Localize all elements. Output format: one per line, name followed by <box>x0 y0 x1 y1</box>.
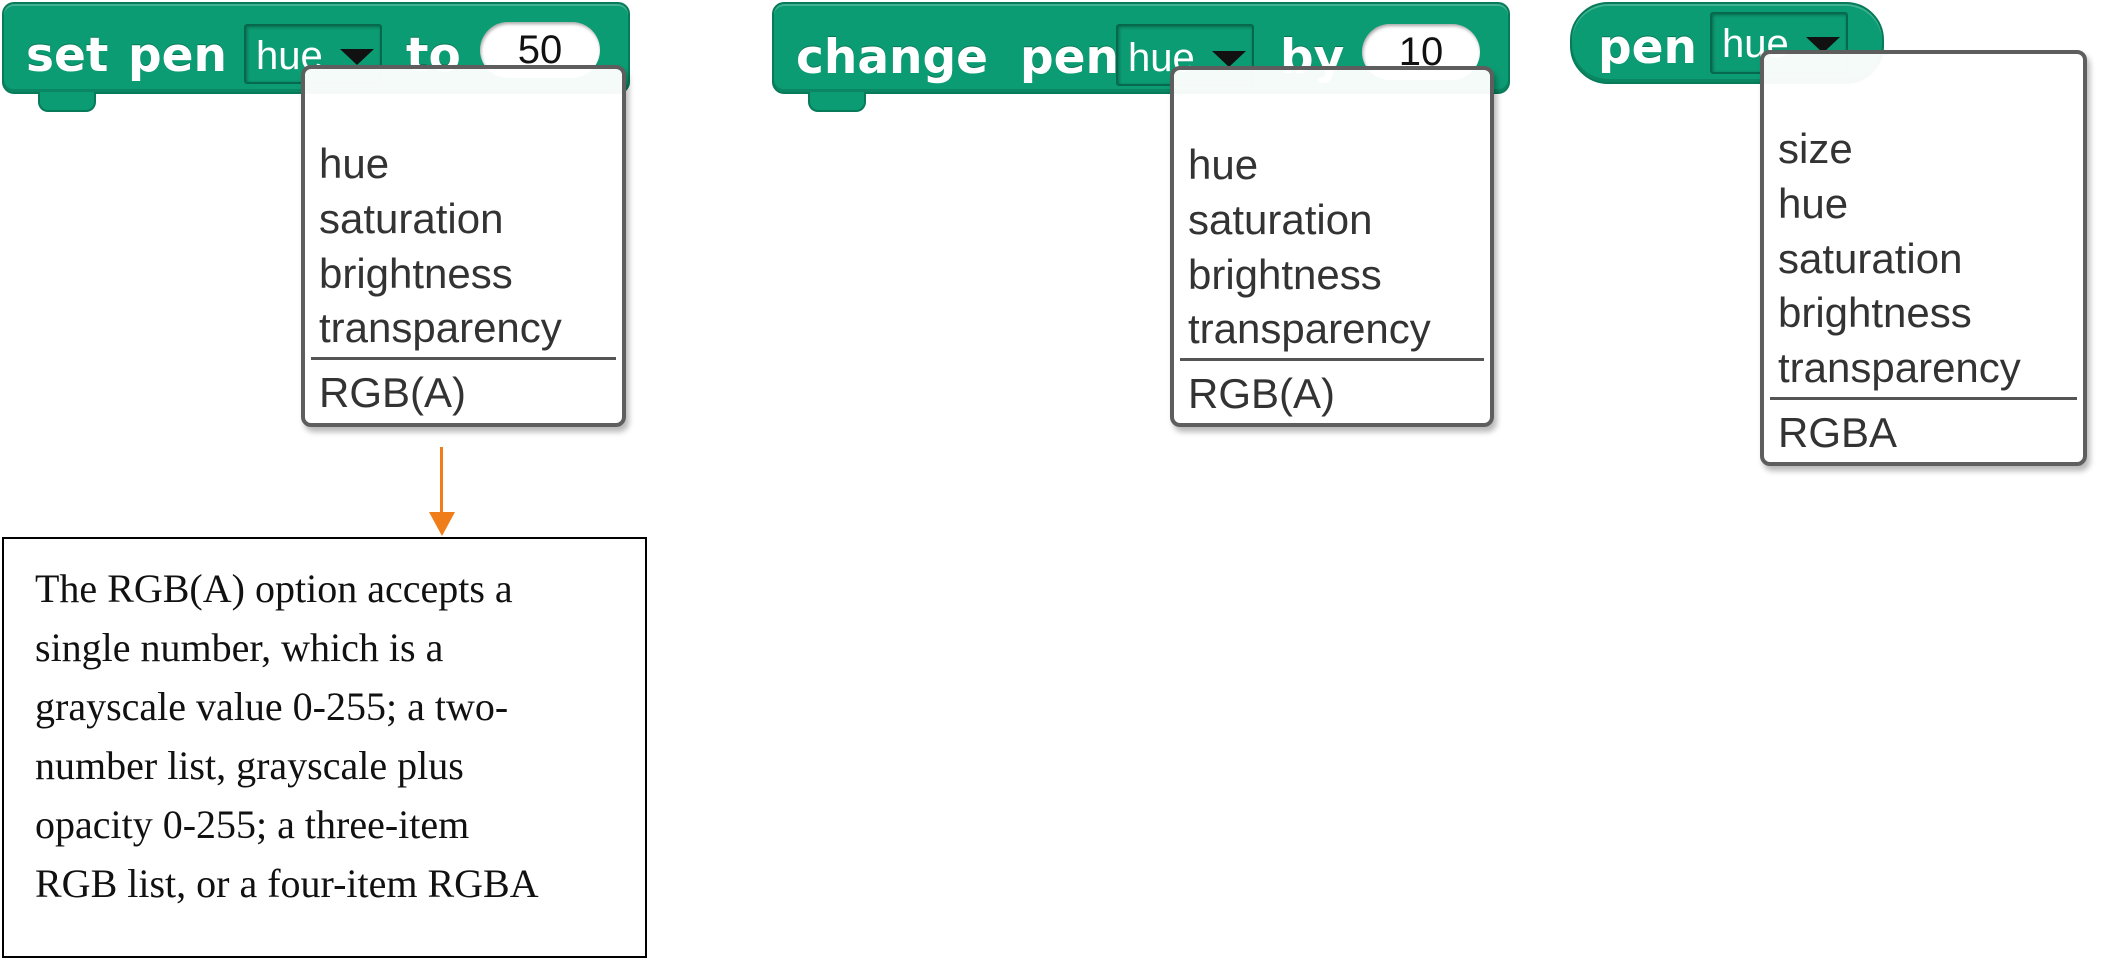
set-pen-menu-item-saturation[interactable]: saturation <box>319 198 503 240</box>
set-pen-dropdown-caret-icon <box>340 49 374 65</box>
annotation-box: The RGB(A) option accepts a single numbe… <box>2 537 647 958</box>
annotation-arrow-line <box>440 447 443 517</box>
annotation-line: number list, grayscale plus <box>35 743 464 788</box>
pen-reporter-menu-divider <box>1770 397 2077 400</box>
change-pen-menu-item-transparency[interactable]: transparency <box>1188 308 1431 350</box>
change-pen-label-change: change <box>796 30 989 85</box>
annotation-line: RGB list, or a four-item RGBA <box>35 861 539 906</box>
annotation-arrow-head-icon <box>429 512 455 536</box>
set-pen-label-pen: pen <box>128 28 227 83</box>
pen-reporter-menu-item-rgba[interactable]: RGBA <box>1778 412 1897 454</box>
pen-reporter-menu-item-brightness[interactable]: brightness <box>1778 292 1972 334</box>
annotation-line: The RGB(A) option accepts a <box>35 566 513 611</box>
set-pen-menu-item-brightness[interactable]: brightness <box>319 253 513 295</box>
set-pen-menu-item-transparency[interactable]: transparency <box>319 307 562 349</box>
change-pen-menu-divider <box>1180 358 1484 361</box>
set-pen-label-set: set <box>26 28 109 83</box>
change-pen-menu-item-hue[interactable]: hue <box>1188 144 1258 186</box>
annotation-line: single number, which is a <box>35 625 444 670</box>
set-pen-menu-item-hue[interactable]: hue <box>319 143 389 185</box>
annotation-text: The RGB(A) option accepts a single numbe… <box>35 559 635 913</box>
set-pen-menu-item-rgba[interactable]: RGB(A) <box>319 372 466 414</box>
pen-reporter-dropdown-menu: size hue saturation brightness transpare… <box>1760 50 2087 466</box>
change-pen-dropdown-caret-icon <box>1212 51 1246 67</box>
pen-reporter-menu-item-saturation[interactable]: saturation <box>1778 238 1962 280</box>
set-pen-value: 50 <box>517 28 563 72</box>
set-pen-dropdown-menu: hue saturation brightness transparency R… <box>301 65 626 427</box>
pen-reporter-menu-item-hue[interactable]: hue <box>1778 183 1848 225</box>
pen-reporter-label-pen: pen <box>1598 20 1697 75</box>
change-pen-menu-item-saturation[interactable]: saturation <box>1188 199 1372 241</box>
set-pen-menu-divider <box>311 357 616 360</box>
change-pen-dropdown-menu: hue saturation brightness transparency R… <box>1170 66 1494 427</box>
change-pen-menu-item-brightness[interactable]: brightness <box>1188 254 1382 296</box>
pen-reporter-menu-item-transparency[interactable]: transparency <box>1778 347 2021 389</box>
change-pen-menu-item-rgba[interactable]: RGB(A) <box>1188 373 1335 415</box>
annotation-line: opacity 0-255; a three-item <box>35 802 470 847</box>
annotation-line: grayscale value 0-255; a two- <box>35 684 509 729</box>
pen-reporter-menu-item-size[interactable]: size <box>1778 128 1853 170</box>
change-pen-label-pen: pen <box>1020 30 1119 85</box>
